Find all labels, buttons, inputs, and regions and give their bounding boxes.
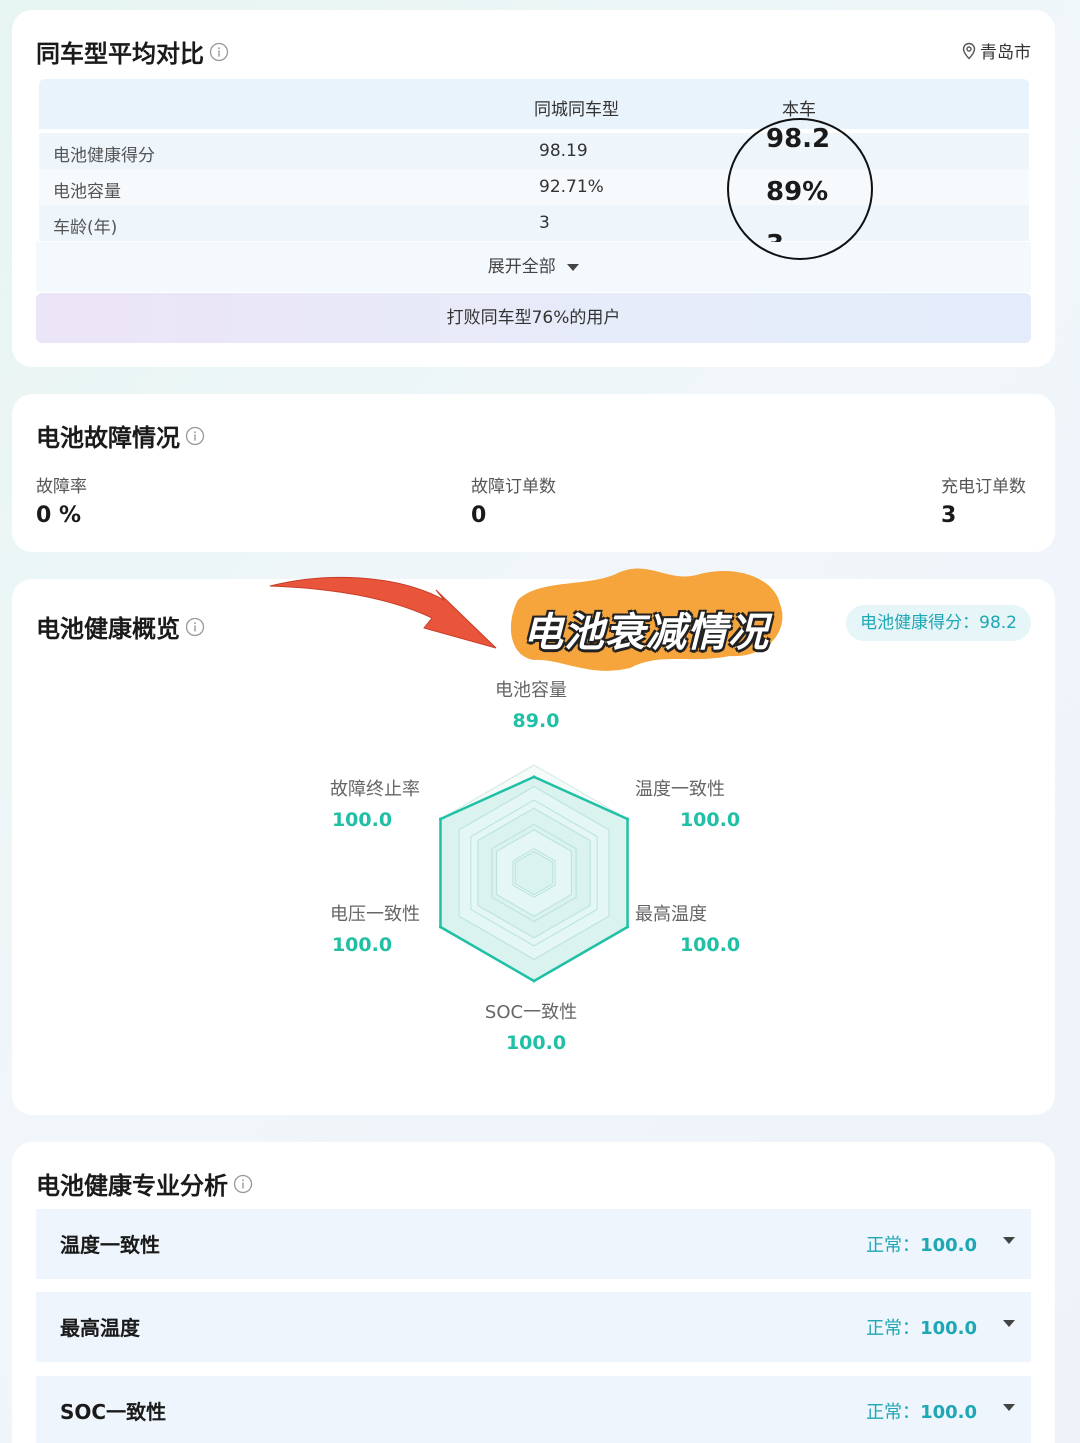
beat-ratio-banner: 打败同车型76%的用户	[36, 293, 1031, 343]
item-name: 最高温度	[60, 1316, 140, 1340]
radar-data-polygon	[439, 775, 629, 983]
fault-rate-stat: 故障率 0 %	[36, 472, 87, 528]
beat-text: 打败同车型76%的用户	[446, 308, 621, 328]
radar-point-0	[532, 775, 536, 779]
location[interactable]: 青岛市	[961, 38, 1031, 63]
radar-label-fault-stop: 故障终止率	[330, 779, 420, 800]
radar-point-1	[626, 817, 630, 821]
item-status: 正常：100.0	[866, 1314, 977, 1340]
radar-label-max-temp: 最高温度	[635, 904, 707, 925]
item-status: 正常：100.0	[866, 1398, 977, 1424]
fault-card: 电池故障情况 故障率 0 % 故障订单数 0 充电订单数 3	[12, 394, 1055, 552]
radar-point-4	[438, 925, 442, 929]
stat-value: 3	[941, 503, 957, 528]
radar-value-fault-stop: 100.0	[331, 809, 393, 831]
comparison-card: 同车型平均对比 青岛市 同城同车型 本车 电池健康得分 98.19 电池容量 9…	[12, 10, 1055, 367]
info-icon[interactable]	[185, 426, 205, 446]
analysis-title: 电池健康专业分析	[36, 1166, 253, 1201]
comparison-title-text: 同车型平均对比	[36, 40, 204, 68]
analysis-item-temp-consistency[interactable]: 温度一致性 正常：100.0	[36, 1209, 1031, 1279]
row-same-value: 98.19	[539, 141, 588, 161]
info-icon[interactable]	[209, 42, 229, 62]
charge-orders-stat: 充电订单数 3	[941, 472, 1026, 528]
stat-label: 充电订单数	[941, 477, 1026, 497]
health-score-badge: 电池健康得分：98.2	[846, 605, 1031, 641]
row-label: 电池健康得分	[53, 146, 155, 166]
stat-label: 故障率	[36, 477, 87, 497]
comparison-title: 同车型平均对比	[36, 34, 229, 69]
location-text: 青岛市	[980, 43, 1031, 63]
radar-value-soc: 100.0	[505, 1032, 567, 1054]
radar-value-capacity: 89.0	[512, 710, 560, 732]
caret-down-icon	[567, 263, 580, 271]
row-label: 车龄(年)	[53, 218, 118, 238]
stat-value: 0	[471, 503, 487, 528]
annotation-banner-text: 电池衰减情况	[523, 610, 769, 656]
chevron-down-icon[interactable]	[1003, 1320, 1015, 1327]
radar-value-voltage: 100.0	[331, 934, 393, 956]
item-status-label: 正常：	[866, 1402, 921, 1423]
location-pin-icon	[962, 42, 976, 59]
info-icon[interactable]	[233, 1174, 253, 1194]
radar-value-max-temp: 100.0	[679, 934, 741, 956]
health-score-text: 电池健康得分：98.2	[860, 613, 1017, 633]
item-status-value: 100.0	[920, 1402, 977, 1423]
radar-point-5	[438, 817, 442, 821]
item-status-value: 100.0	[920, 1318, 977, 1339]
overview-title-text: 电池健康概览	[36, 615, 180, 643]
col-same-model: 同城同车型	[534, 100, 619, 120]
chevron-down-icon[interactable]	[1003, 1404, 1015, 1411]
row-same-value: 92.71%	[539, 177, 604, 197]
fault-title: 电池故障情况	[36, 418, 205, 453]
item-status-value: 100.0	[920, 1235, 977, 1256]
handwritten-circle	[727, 118, 873, 260]
item-status: 正常：100.0	[866, 1231, 977, 1257]
row-label: 电池容量	[53, 182, 121, 202]
radar-label-voltage: 电压一致性	[330, 904, 420, 925]
item-status-label: 正常：	[866, 1318, 921, 1339]
analysis-item-soc[interactable]: SOC一致性 正常：100.0	[36, 1376, 1031, 1443]
radar-label-soc: SOC一致性	[484, 1002, 578, 1023]
row-same-value: 3	[539, 213, 550, 233]
stat-label: 故障订单数	[471, 477, 556, 497]
item-status-label: 正常：	[866, 1235, 921, 1256]
analysis-card: 电池健康专业分析 温度一致性 正常：100.0 最高温度 正常：100.0 SO…	[12, 1142, 1055, 1443]
analysis-item-max-temp[interactable]: 最高温度 正常：100.0	[36, 1292, 1031, 1362]
stat-value: 0 %	[36, 503, 82, 528]
radar-chart	[438, 764, 630, 983]
fault-title-text: 电池故障情况	[36, 424, 180, 452]
fault-orders-stat: 故障订单数 0	[471, 472, 556, 528]
radar-label-temp-consistency: 温度一致性	[635, 779, 725, 800]
chevron-down-icon[interactable]	[1003, 1237, 1015, 1244]
item-name: 温度一致性	[60, 1233, 160, 1257]
analysis-title-text: 电池健康专业分析	[36, 1172, 228, 1200]
radar-point-2	[626, 925, 630, 929]
radar-point-3	[532, 979, 536, 983]
red-arrow-annotation	[269, 576, 497, 649]
item-name: SOC一致性	[60, 1400, 167, 1424]
overview-title: 电池健康概览	[36, 609, 205, 644]
info-icon[interactable]	[185, 617, 205, 637]
radar-value-temp-consistency: 100.0	[679, 809, 741, 831]
expand-label: 展开全部	[487, 257, 556, 277]
